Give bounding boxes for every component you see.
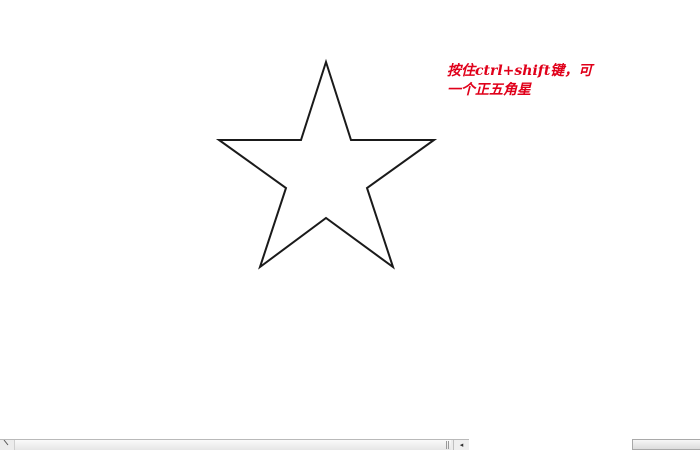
scrollbar-track[interactable] <box>14 440 451 450</box>
annotation-line-2: 一个正五角星 <box>447 82 531 98</box>
scroll-left-arrow-icon[interactable]: ◂ <box>453 440 469 450</box>
page-corner-icon <box>0 439 14 446</box>
star-shape[interactable] <box>215 58 438 270</box>
annotation-line-1: 按住ctrl+shift键，可 <box>447 63 593 79</box>
annotation-text: 按住ctrl+shift键，可 一个正五角星 <box>447 62 647 100</box>
drawing-canvas[interactable]: 按住ctrl+shift键，可 一个正五角星 <box>0 0 700 450</box>
scrollbar-grip-icon[interactable] <box>446 441 449 449</box>
view-control-button[interactable] <box>632 439 700 450</box>
